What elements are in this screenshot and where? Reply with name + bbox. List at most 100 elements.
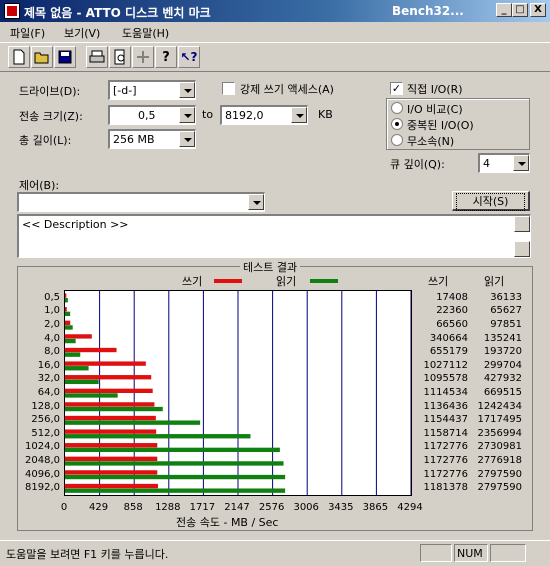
read-value: 2797590 [477, 468, 522, 480]
write-bar [65, 307, 67, 312]
new-icon[interactable] [8, 46, 30, 68]
y-tick-label: 1024,0 [25, 441, 60, 453]
status-help-text: 도움말을 보려면 F1 키를 누릅니다. [6, 548, 169, 561]
legend-write-swatch [214, 279, 242, 283]
context-help-icon[interactable]: ↖? [178, 46, 200, 68]
scroll-down-icon[interactable] [514, 241, 530, 257]
read-value: 299704 [483, 359, 522, 371]
print-icon[interactable] [86, 46, 108, 68]
status-pane-caps [420, 544, 452, 562]
read-value: 427932 [483, 373, 522, 385]
read-bar [65, 393, 118, 398]
scroll-up-icon[interactable] [514, 216, 530, 232]
minimize-button[interactable]: _ [496, 3, 512, 17]
write-value: 1181378 [423, 482, 468, 494]
chevron-down-icon[interactable] [179, 107, 195, 123]
start-button[interactable]: 시작(S) [452, 191, 530, 211]
read-value: 1717495 [477, 414, 522, 426]
maximize-button[interactable]: □ [512, 3, 528, 17]
read-value: 2797590 [477, 482, 522, 494]
read-bar [65, 366, 89, 371]
read-bar [65, 474, 286, 480]
write-value: 1154437 [423, 414, 468, 426]
write-bar [65, 388, 153, 393]
write-value: 1136436 [423, 400, 468, 412]
chevron-down-icon[interactable] [513, 155, 529, 171]
queue-depth-label: 큐 깊이(Q): [390, 158, 445, 171]
write-value: 17408 [436, 291, 468, 303]
menu-file[interactable]: 파일(F) [10, 25, 45, 41]
read-value: 65627 [490, 305, 522, 317]
app-icon[interactable] [4, 3, 20, 19]
write-bar [65, 470, 158, 475]
write-value: 1172776 [423, 455, 468, 466]
write-value: 1158714 [423, 427, 468, 439]
read-value: 2776918 [477, 455, 522, 466]
neither-label: 무소속(N) [407, 135, 455, 148]
description-textarea[interactable]: << Description >> [17, 214, 531, 258]
y-tick-label: 32,0 [37, 373, 60, 385]
transfer-to-select[interactable]: 8192,0 [220, 105, 308, 125]
y-tick-label: 4,0 [44, 332, 60, 344]
chevron-down-icon[interactable] [248, 194, 264, 210]
read-bar [65, 325, 73, 330]
write-bar [65, 347, 117, 353]
queue-depth-select[interactable]: 4 [478, 153, 530, 173]
read-value: 2730981 [477, 441, 522, 453]
chevron-down-icon[interactable] [179, 131, 195, 147]
drive-label: 드라이브(D): [19, 85, 81, 98]
legend-read-swatch [310, 279, 338, 283]
control-select[interactable] [17, 192, 265, 212]
save-icon[interactable] [54, 46, 76, 68]
read-value: 2356994 [477, 427, 522, 439]
read-bar [65, 420, 201, 425]
read-value: 36133 [490, 291, 522, 303]
print-preview-icon[interactable] [109, 46, 131, 68]
legend-write-label: 쓰기 [182, 275, 203, 288]
write-value: 66560 [436, 319, 468, 330]
move-icon[interactable] [132, 46, 154, 68]
help-icon[interactable]: ? [155, 46, 177, 68]
write-bar [65, 402, 155, 407]
chart-svg [65, 291, 412, 495]
chevron-down-icon[interactable] [291, 107, 307, 123]
write-bar [65, 375, 152, 380]
direct-io-checkbox[interactable]: ✓ [390, 82, 403, 95]
total-length-label: 총 길이(L): [19, 134, 72, 147]
y-tick-label: 0,5 [44, 291, 60, 303]
open-icon[interactable] [31, 46, 53, 68]
y-tick-label: 16,0 [37, 359, 60, 371]
y-tick-label: 1,0 [44, 305, 60, 317]
read-bar [65, 461, 284, 466]
y-tick-label: 4096,0 [25, 468, 60, 480]
menu-view[interactable]: 보기(V) [64, 25, 100, 41]
title-bar[interactable]: 제목 없음 - ATTO 디스크 벤치 마크 Bench32... _ □ X [0, 0, 550, 22]
write-value: 1114534 [423, 387, 468, 398]
read-value: 193720 [483, 346, 522, 358]
write-bar [65, 293, 67, 298]
read-value: 1242434 [477, 400, 522, 412]
y-tick-label: 8192,0 [25, 482, 60, 494]
write-value: 1172776 [423, 441, 468, 453]
control-label: 제어(B): [19, 179, 60, 192]
overlapped-io-radio[interactable] [391, 118, 403, 130]
write-bar [65, 443, 158, 448]
close-button[interactable]: X [530, 3, 546, 17]
chevron-down-icon[interactable] [179, 82, 195, 98]
transfer-from-select[interactable]: 0,5 [108, 105, 196, 125]
drive-select[interactable]: [-d-] [108, 80, 196, 100]
io-compare-radio[interactable] [391, 102, 403, 114]
read-bar [65, 338, 76, 344]
menu-help[interactable]: 도움말(H) [122, 25, 169, 41]
read-bar [65, 311, 71, 317]
read-bar [65, 379, 99, 385]
read-bar [65, 447, 280, 453]
toolbar: ? ↖? [0, 42, 550, 72]
x-tick-label: 4294 [397, 502, 423, 513]
force-write-label: 강제 쓰기 액세스(A) [240, 83, 334, 96]
y-tick-label: 8,0 [44, 346, 60, 358]
neither-radio[interactable] [391, 134, 403, 146]
write-value: 655179 [429, 346, 468, 358]
force-write-checkbox[interactable] [222, 82, 235, 95]
total-length-select[interactable]: 256 MB [108, 129, 196, 149]
